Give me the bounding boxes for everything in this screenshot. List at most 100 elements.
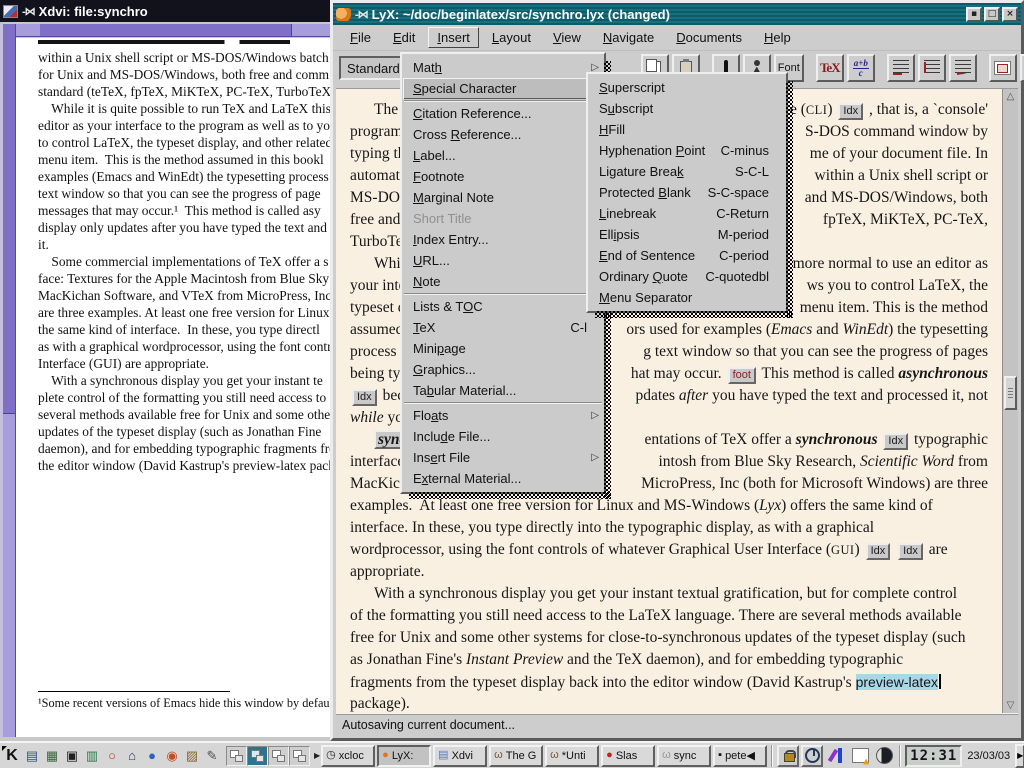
window-list-button[interactable]: ▤ xyxy=(22,745,42,767)
task-button-slas[interactable]: ●Slas xyxy=(601,745,655,767)
taskbar-scroll-arrow-icon[interactable]: ▶ xyxy=(314,745,320,767)
pager-desktop-3[interactable] xyxy=(268,746,289,766)
insert-menu-item-graphics[interactable]: Graphics... xyxy=(403,359,603,380)
menu-insert[interactable]: Insert xyxy=(428,27,479,48)
tex-mode-button[interactable]: TeX xyxy=(816,54,844,82)
insert-menu-item-citation-reference[interactable]: Citation Reference... xyxy=(403,103,603,124)
insert-menu-item-label[interactable]: Label... xyxy=(403,145,603,166)
scrollbar-thumb[interactable] xyxy=(1004,376,1017,410)
insert-menu-item-minipage[interactable]: Minipage xyxy=(403,338,603,359)
task-button-the-g[interactable]: ωThe G xyxy=(489,745,543,767)
pager-desktop-1[interactable] xyxy=(226,746,247,766)
insert-menu-item-floats[interactable]: Floats▷ xyxy=(403,405,603,426)
task-button-unti[interactable]: ω*Unti xyxy=(545,745,599,767)
iconify-button[interactable]: ▪ xyxy=(966,7,982,22)
insert-menu-item-tex[interactable]: TeXC-l xyxy=(403,317,603,338)
maximize-button[interactable]: □ xyxy=(984,7,1000,22)
spchar-menu-item-hyphenation-point[interactable]: Hyphenation PointC-minus xyxy=(589,140,785,161)
notes-button[interactable]: ▨ xyxy=(182,745,202,767)
home-folder-button[interactable]: ⌂ xyxy=(122,745,142,767)
insert-marginnote-button[interactable] xyxy=(918,54,946,82)
insert-table-button[interactable] xyxy=(1020,54,1024,82)
insert-menu-item-marginal-note[interactable]: Marginal Note xyxy=(403,187,603,208)
menu-edit[interactable]: Edit xyxy=(384,27,424,48)
insert-footnote-button[interactable] xyxy=(887,54,915,82)
scroll-down-icon[interactable]: ▽ xyxy=(1003,700,1018,711)
lyx-titlebar[interactable]: -⋈ LyX: ~/doc/beginlatex/src/synchro.lyx… xyxy=(333,3,1021,25)
spchar-menu-item-menu-separator[interactable]: Menu Separator xyxy=(589,287,785,308)
scroll-up-icon[interactable]: △ xyxy=(1003,91,1018,102)
lock-screen-icon[interactable] xyxy=(777,745,799,767)
insert-menu-item-url[interactable]: URL... xyxy=(403,250,603,271)
spchar-menu-item-ligature-break[interactable]: Ligature BreakS-C-L xyxy=(589,161,785,182)
insert-menu-item-special-character[interactable]: Special Character▷ xyxy=(403,78,603,99)
xdvi-titlebar[interactable]: -⋈ Xdvi: file:synchro xyxy=(0,0,334,22)
editor-button[interactable]: ✎ xyxy=(202,745,222,767)
menu-separator xyxy=(404,293,602,295)
kde-app-button[interactable]: ◉ xyxy=(162,745,182,767)
xdvi-text-line: face: Textures for the Apple Macintosh f… xyxy=(38,270,334,287)
spchar-menu-item-end-of-sentence[interactable]: End of SentenceC-period xyxy=(589,245,785,266)
insert-menu-item-math[interactable]: Math▷ xyxy=(403,57,603,78)
panel-hide-button[interactable]: ▶ xyxy=(1015,744,1024,768)
math-mode-button[interactable]: a+bc xyxy=(847,54,875,82)
insert-figure-button[interactable] xyxy=(989,54,1017,82)
idx-inset-button[interactable]: Idx xyxy=(352,389,377,406)
insert-menu-item-footnote[interactable]: Footnote xyxy=(403,166,603,187)
task-button-xdvi[interactable]: ▤Xdvi xyxy=(433,745,487,767)
menu-view[interactable]: View xyxy=(544,27,590,48)
menu-navigate[interactable]: Navigate xyxy=(594,27,663,48)
klipper-icon[interactable] xyxy=(825,745,847,767)
show-desktop-button[interactable]: ▦ xyxy=(42,745,62,767)
menu-file[interactable]: File xyxy=(341,27,380,48)
clock[interactable]: 12:31 xyxy=(905,745,962,767)
help-button[interactable]: ○ xyxy=(102,745,122,767)
pager-desktop-4[interactable] xyxy=(289,746,310,766)
xdvi-vscroll-thumb[interactable] xyxy=(3,24,15,414)
terminal-button[interactable]: ▣ xyxy=(62,745,82,767)
k-menu-button[interactable]: K xyxy=(2,745,22,767)
insert-menu-item-lists-toc[interactable]: Lists & TOC▷ xyxy=(403,296,603,317)
document-scrollbar[interactable]: △ ▽ xyxy=(1002,89,1018,713)
task-button-pete[interactable]: ▪pete◀ xyxy=(713,745,767,767)
spchar-menu-item-protected-blank[interactable]: Protected BlankS-C-space xyxy=(589,182,785,203)
task-button-xcloc[interactable]: ◷xcloc xyxy=(321,745,375,767)
spchar-menu-item-subscript[interactable]: Subscript xyxy=(589,98,785,119)
menu-documents[interactable]: Documents xyxy=(667,27,751,48)
change-depth-button[interactable] xyxy=(949,54,977,82)
insert-menu-item-index-entry[interactable]: Index Entry... xyxy=(403,229,603,250)
xdvi-text-line: within a Unix shell script or MS-DOS/Win… xyxy=(38,49,334,66)
insert-menu-item-cross-reference[interactable]: Cross Reference... xyxy=(403,124,603,145)
spchar-menu-item-superscript[interactable]: Superscript xyxy=(589,77,785,98)
logout-icon[interactable] xyxy=(801,745,823,767)
organizer-icon[interactable] xyxy=(849,745,871,767)
menu-layout[interactable]: Layout xyxy=(483,27,540,48)
spchar-menu-item-linebreak[interactable]: LinebreakC-Return xyxy=(589,203,785,224)
idx-inset-button[interactable]: Idx xyxy=(866,543,891,560)
spchar-menu-item-hfill[interactable]: HFill xyxy=(589,119,785,140)
idx-inset-button[interactable]: Idx xyxy=(898,543,923,560)
web-browser-button[interactable]: ● xyxy=(142,745,162,767)
footnote-inset-button[interactable]: foot xyxy=(728,367,756,384)
insert-menu-item-note[interactable]: Note xyxy=(403,271,603,292)
insert-menu-item-include-file[interactable]: Include File... xyxy=(403,426,603,447)
konsole-button[interactable]: ▥ xyxy=(82,745,102,767)
spchar-menu-item-ellipsis[interactable]: EllipsisM-period xyxy=(589,224,785,245)
task-button-lyx[interactable]: ●LyX: xyxy=(377,745,431,767)
close-button[interactable]: × xyxy=(1002,7,1018,22)
xdvi-vertical-scrollbar[interactable] xyxy=(3,24,16,737)
layout-combo[interactable]: Standard xyxy=(339,56,408,80)
insert-menu-item-insert-file[interactable]: Insert File▷ xyxy=(403,447,603,468)
xdvi-hscroll-thumb[interactable] xyxy=(40,24,292,36)
insert-menu-item-tabular-material[interactable]: Tabular Material... xyxy=(403,380,603,401)
idx-inset-button[interactable]: Idx xyxy=(838,103,863,120)
moon-phase-icon[interactable] xyxy=(873,745,895,767)
xdvi-horizontal-scrollbar[interactable] xyxy=(16,24,334,37)
date[interactable]: 23/03/03 xyxy=(963,750,1014,762)
task-button-sync[interactable]: ωsync xyxy=(657,745,711,767)
pager-desktop-2[interactable] xyxy=(247,746,268,766)
insert-menu-item-external-material[interactable]: External Material... xyxy=(403,468,603,489)
idx-inset-button[interactable]: Idx xyxy=(883,433,908,450)
spchar-menu-item-ordinary-quote[interactable]: Ordinary QuoteC-quotedbl xyxy=(589,266,785,287)
menu-help[interactable]: Help xyxy=(755,27,800,48)
